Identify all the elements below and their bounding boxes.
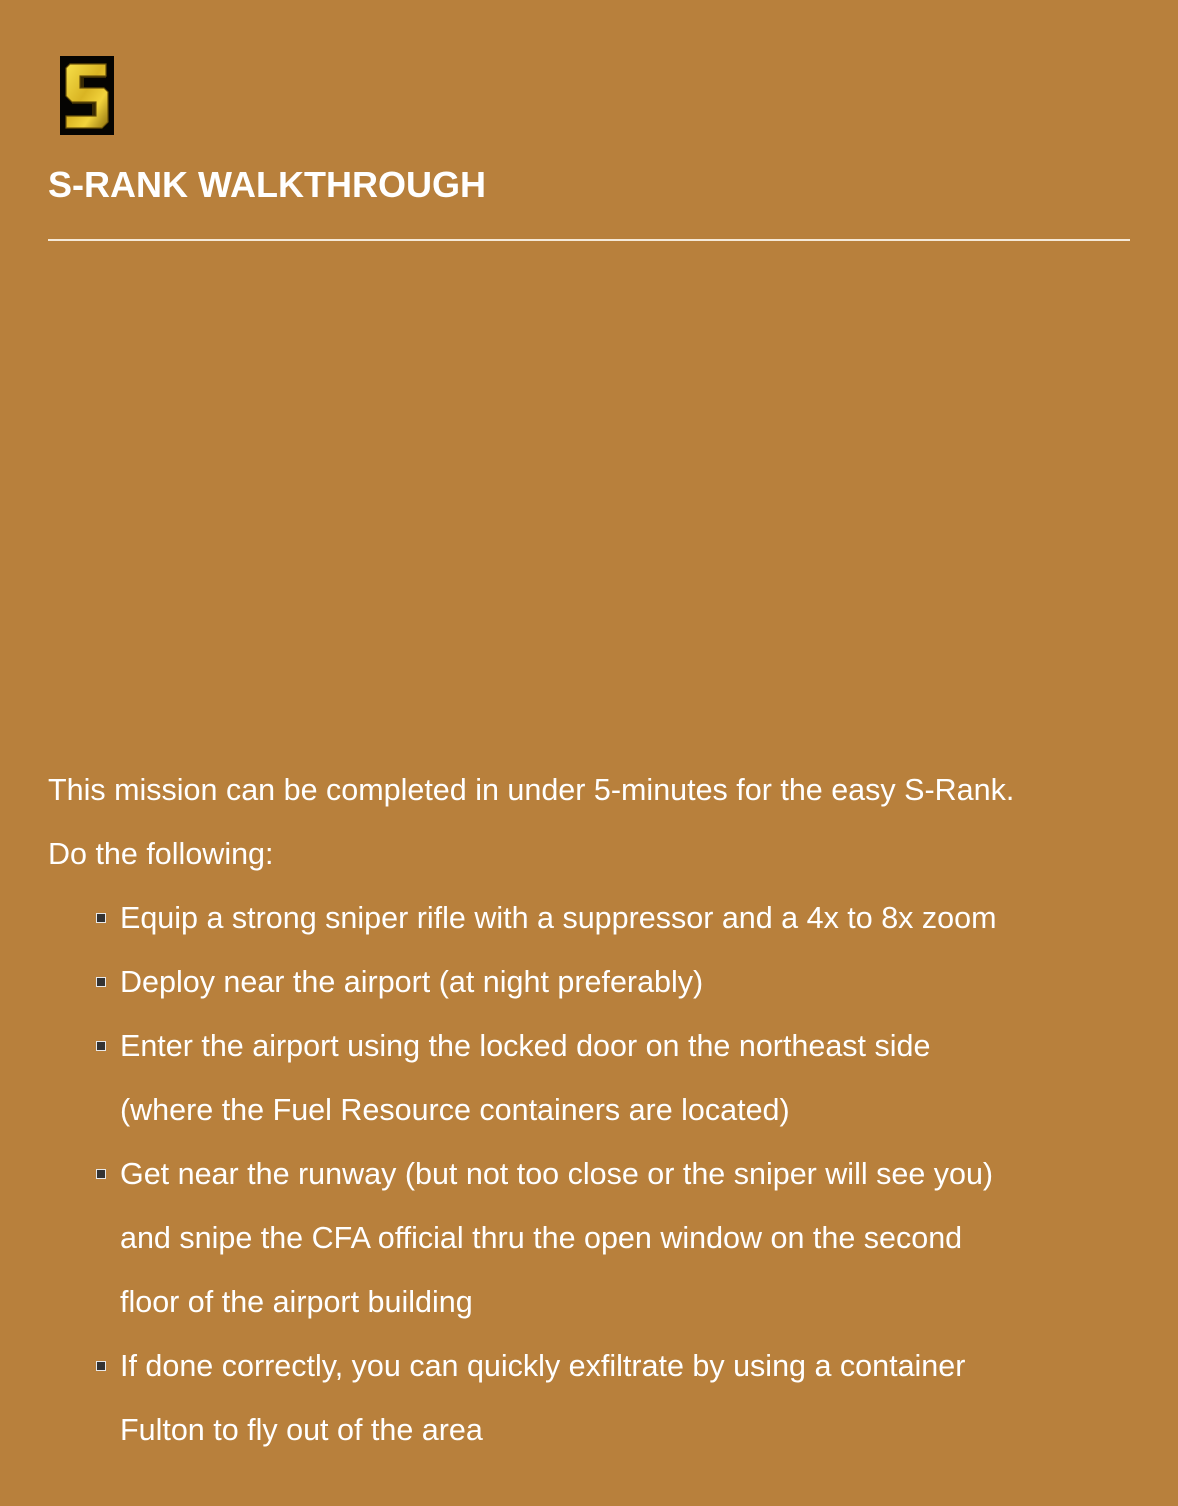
step-text: and snipe the CFA official thru the open… xyxy=(120,1221,963,1255)
step-text: Enter the airport using the locked door … xyxy=(120,1029,931,1063)
lead-paragraph: Do the following: xyxy=(48,837,274,871)
step-text: Get near the runway (but not too close o… xyxy=(120,1157,994,1191)
step-text: Fulton to fly out of the area xyxy=(120,1413,483,1447)
intro-paragraph: This mission can be completed in under 5… xyxy=(48,773,1015,807)
square-bullet-icon xyxy=(96,913,106,923)
embedded-media-area xyxy=(48,258,1130,738)
step-text: floor of the airport building xyxy=(120,1285,473,1319)
step-text: Deploy near the airport (at night prefer… xyxy=(120,965,704,999)
square-bullet-icon xyxy=(96,1041,106,1051)
walkthrough-content: This mission can be completed in under 5… xyxy=(48,758,1148,1462)
divider xyxy=(48,239,1130,241)
step-text: If done correctly, you can quickly exfil… xyxy=(120,1349,966,1383)
s-rank-icon xyxy=(60,56,114,135)
list-item: Equip a strong sniper rifle with a suppr… xyxy=(96,886,1148,950)
step-text: Equip a strong sniper rifle with a suppr… xyxy=(120,901,997,935)
step-text: (where the Fuel Resource containers are … xyxy=(120,1093,790,1127)
list-item: Enter the airport using the locked door … xyxy=(96,1014,1148,1142)
list-item: Get near the runway (but not too close o… xyxy=(96,1142,1148,1334)
s-letter-icon xyxy=(60,56,114,135)
list-item: Deploy near the airport (at night prefer… xyxy=(96,950,1148,1014)
list-item: If done correctly, you can quickly exfil… xyxy=(96,1334,1148,1462)
steps-list: Equip a strong sniper rifle with a suppr… xyxy=(48,886,1148,1462)
square-bullet-icon xyxy=(96,1361,106,1371)
square-bullet-icon xyxy=(96,977,106,987)
square-bullet-icon xyxy=(96,1169,106,1179)
section-title: S-RANK WALKTHROUGH xyxy=(48,164,486,205)
